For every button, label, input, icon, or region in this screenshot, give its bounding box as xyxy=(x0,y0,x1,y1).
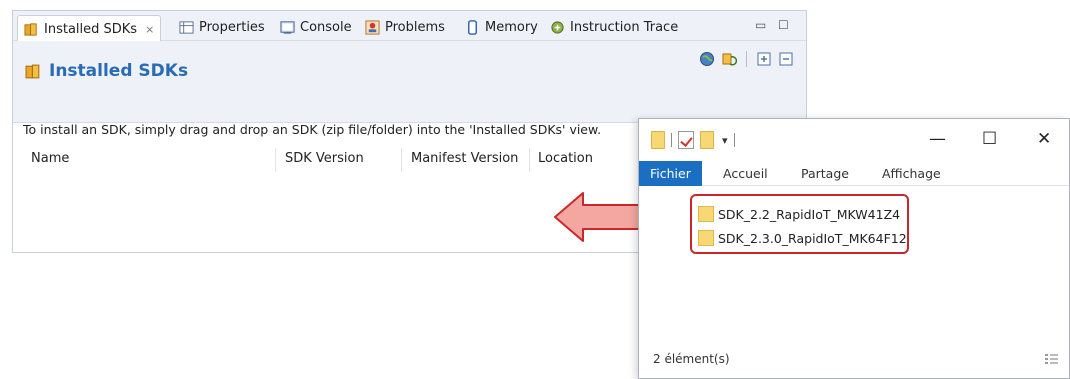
toolbar-separator xyxy=(733,133,735,147)
folder-icon[interactable] xyxy=(651,131,665,149)
close-icon[interactable]: ⨯ xyxy=(145,23,154,36)
refresh-sdk-icon[interactable] xyxy=(721,51,737,67)
memory-icon xyxy=(468,19,477,35)
customize-dropdown-icon[interactable]: ▾ xyxy=(722,134,728,147)
tab-label: Console xyxy=(300,19,352,35)
folder-name: SDK_2.3.0_RapidIoT_MK64F12 xyxy=(718,230,907,246)
tab-problems[interactable]: Problems xyxy=(365,15,445,39)
column-manifest-version[interactable]: Manifest Version xyxy=(411,151,518,166)
view-tab-bar: Installed SDKs ⨯ Properties Console Prob… xyxy=(13,11,806,42)
minimize-button[interactable]: — xyxy=(929,129,946,149)
tab-properties[interactable]: Properties xyxy=(179,15,265,39)
install-instructions: To install an SDK, simply drag and drop … xyxy=(23,122,602,137)
details-view-icon[interactable] xyxy=(1044,352,1059,367)
tab-accueil[interactable]: Accueil xyxy=(723,161,768,186)
column-divider[interactable] xyxy=(275,148,276,172)
toolbar-separator xyxy=(746,51,747,67)
expand-all-icon[interactable] xyxy=(756,51,772,67)
tab-console[interactable]: Console xyxy=(280,15,352,39)
properties-check-icon[interactable] xyxy=(678,131,694,149)
tab-label: Properties xyxy=(199,19,265,35)
tab-memory[interactable]: Memory xyxy=(465,15,538,39)
tab-fichier[interactable]: Fichier xyxy=(639,161,702,186)
sdk-table-header: Name SDK Version Manifest Version Locati… xyxy=(23,148,633,172)
new-folder-icon[interactable] xyxy=(700,131,714,149)
status-bar-count: 2 élément(s) xyxy=(653,352,730,366)
tab-label: Memory xyxy=(485,19,538,35)
maximize-view-button[interactable]: ☐ xyxy=(778,18,789,32)
minimize-view-button[interactable]: ▭ xyxy=(755,18,766,32)
tab-installed-sdks[interactable]: Installed SDKs ⨯ xyxy=(17,15,162,42)
tab-instruction-trace[interactable]: Instruction Trace xyxy=(550,15,678,39)
instruction-trace-icon xyxy=(551,20,564,34)
view-toolbar xyxy=(699,49,794,69)
folder-name: SDK_2.2_RapidIoT_MKW41Z4 xyxy=(718,206,901,222)
tab-label: Problems xyxy=(385,19,445,35)
tab-partage[interactable]: Partage xyxy=(801,161,849,186)
close-button[interactable]: ✕ xyxy=(1037,129,1051,149)
sdk-package-icon xyxy=(24,22,37,36)
folder-icon xyxy=(698,230,714,246)
page-title: Installed SDKs xyxy=(25,61,188,81)
sdk-package-icon xyxy=(25,64,40,78)
file-explorer-window: ▾ — ☐ ✕ Fichier Accueil Partage Affichag… xyxy=(638,118,1070,379)
ribbon-tabs: Fichier Accueil Partage Affichage xyxy=(639,161,1069,186)
problems-icon xyxy=(365,19,380,35)
column-name[interactable]: Name xyxy=(31,151,69,166)
properties-icon xyxy=(179,20,194,34)
list-item[interactable]: SDK_2.3.0_RapidIoT_MK64F12 xyxy=(698,226,907,250)
console-icon xyxy=(280,20,295,34)
quick-access-toolbar: ▾ xyxy=(651,131,735,149)
toolbar-separator xyxy=(671,133,672,147)
globe-icon[interactable] xyxy=(699,51,715,67)
list-item[interactable]: SDK_2.2_RapidIoT_MKW41Z4 xyxy=(698,202,907,226)
maximize-button[interactable]: ☐ xyxy=(982,129,997,149)
column-location[interactable]: Location xyxy=(538,151,593,166)
tab-label: Installed SDKs xyxy=(44,21,138,37)
column-sdk-version[interactable]: SDK Version xyxy=(285,151,364,166)
column-divider[interactable] xyxy=(529,148,530,172)
page-title-text: Installed SDKs xyxy=(49,61,189,81)
folder-icon xyxy=(698,206,714,222)
collapse-all-icon[interactable] xyxy=(778,51,794,67)
tab-affichage[interactable]: Affichage xyxy=(882,161,941,186)
column-divider[interactable] xyxy=(401,148,402,172)
tab-label: Instruction Trace xyxy=(570,19,679,35)
highlighted-file-list: SDK_2.2_RapidIoT_MKW41Z4 SDK_2.3.0_Rapid… xyxy=(690,194,909,254)
form-header xyxy=(13,41,806,123)
